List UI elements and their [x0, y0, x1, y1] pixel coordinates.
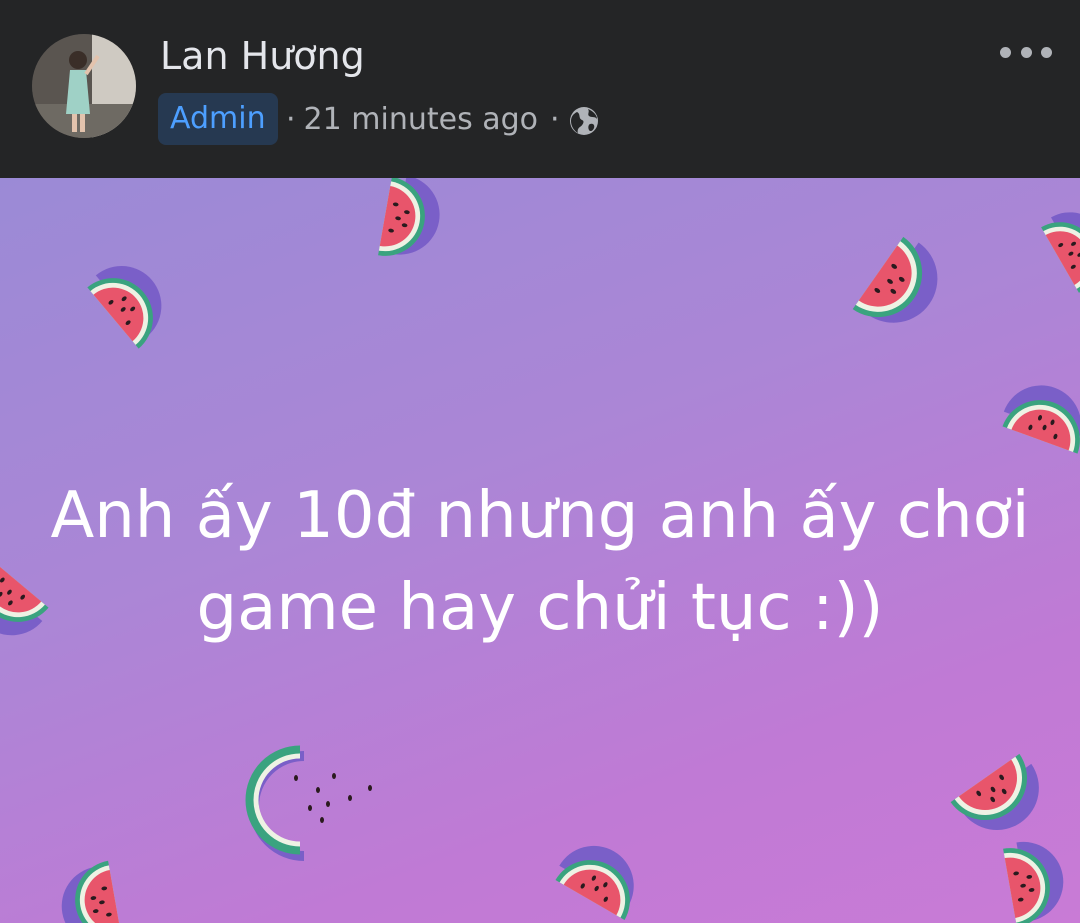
- watermelon-rind-decoration: [245, 745, 372, 861]
- watermelon-decoration: [1039, 198, 1080, 293]
- watermelon-decoration: [950, 751, 1056, 849]
- post-header: Lan Hương Admin · 21 minutes ago ·: [0, 0, 1080, 178]
- author-avatar[interactable]: [32, 34, 136, 138]
- watermelon-decoration: [998, 374, 1080, 454]
- more-options-icon[interactable]: [1000, 34, 1052, 70]
- post-text: Anh ấy 10đ nhưng anh ấy chơi game hay ch…: [50, 479, 1030, 645]
- post-meta: · 21 minutes ago ·: [286, 96, 600, 144]
- watermelon-decoration: [84, 249, 181, 349]
- post-timestamp[interactable]: 21 minutes ago: [304, 96, 538, 144]
- meta-separator: ·: [286, 102, 296, 137]
- watermelon-decoration: [552, 831, 652, 920]
- admin-badge: Admin: [158, 93, 278, 145]
- author-name[interactable]: Lan Hương: [160, 34, 365, 78]
- watermelon-decoration: [378, 178, 446, 265]
- globe-icon[interactable]: [568, 104, 600, 136]
- meta-separator: ·: [550, 102, 560, 137]
- post-background: Anh ấy 10đ nhưng anh ấy chơi game hay ch…: [0, 178, 1080, 923]
- watermelon-decoration: [852, 233, 955, 344]
- watermelon-decoration: [1002, 835, 1071, 923]
- avatar-photo: [32, 34, 136, 138]
- watermelon-decoration: [54, 860, 123, 923]
